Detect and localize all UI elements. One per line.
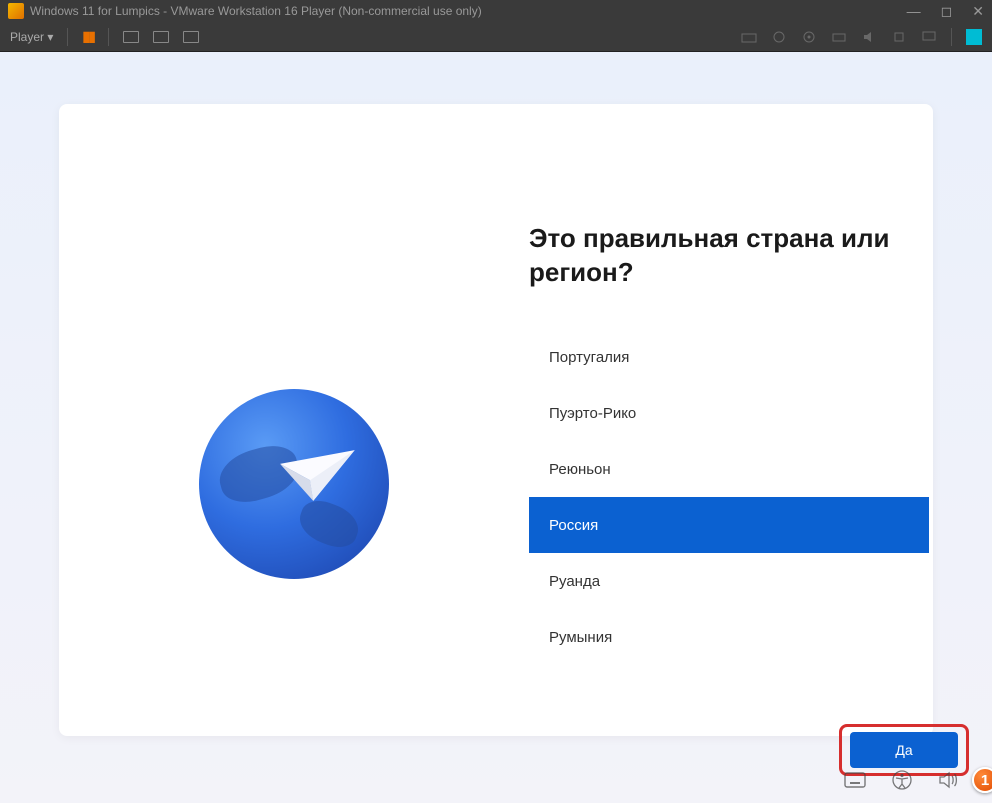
region-label: Россия xyxy=(549,517,598,534)
list-item[interactable]: Пуэрто-Рико xyxy=(529,385,929,441)
maximize-button[interactable]: ◻ xyxy=(941,3,953,20)
vmware-app-icon xyxy=(8,3,24,19)
fullscreen-icon[interactable] xyxy=(153,31,169,43)
minimize-button[interactable]: — xyxy=(907,3,921,19)
region-label: Румыния xyxy=(549,629,612,646)
toolbar-separator xyxy=(67,28,68,46)
player-menu[interactable]: Player ▾ xyxy=(10,30,53,44)
printer-icon[interactable] xyxy=(831,30,847,44)
send-ctrl-alt-del-icon[interactable] xyxy=(123,31,139,43)
vmware-toolbar: Player ▾ ▮▮ xyxy=(0,22,992,52)
list-item[interactable]: Руанда xyxy=(529,553,929,609)
toolbar-separator xyxy=(108,28,109,46)
region-label: Пуэрто-Рико xyxy=(549,405,636,422)
globe-illustration xyxy=(199,389,389,579)
unity-icon[interactable] xyxy=(183,31,199,43)
keyboard-icon[interactable] xyxy=(844,772,866,793)
oobe-question: Это правильная страна или регион? xyxy=(529,222,939,290)
guest-screen: Это правильная страна или регион? Португ… xyxy=(0,52,992,803)
paper-plane-icon xyxy=(273,436,359,512)
toolbar-separator xyxy=(951,28,952,46)
display-icon[interactable] xyxy=(921,30,937,44)
list-item-selected[interactable]: Россия xyxy=(529,497,929,553)
region-label: Португалия xyxy=(549,349,629,366)
volume-icon[interactable] xyxy=(938,771,958,794)
notes-icon[interactable] xyxy=(966,29,982,45)
network-adapter-icon[interactable] xyxy=(741,30,757,44)
list-item[interactable]: Португалия xyxy=(529,329,929,385)
list-item[interactable]: Реюньон xyxy=(529,441,929,497)
region-label: Руанда xyxy=(549,573,600,590)
oobe-footer xyxy=(0,767,992,797)
list-item[interactable]: Румыния xyxy=(529,609,929,665)
pause-icon[interactable]: ▮▮ xyxy=(82,28,93,45)
close-button[interactable]: ✕ xyxy=(972,3,984,20)
oobe-panel: Это правильная страна или регион? Португ… xyxy=(59,104,933,736)
vmware-titlebar: Windows 11 for Lumpics - VMware Workstat… xyxy=(0,0,992,22)
confirm-button[interactable]: Да xyxy=(850,732,958,768)
vmware-window-title: Windows 11 for Lumpics - VMware Workstat… xyxy=(30,4,482,18)
disk-icon[interactable] xyxy=(771,30,787,44)
region-list[interactable]: Португалия Пуэрто-Рико Реюньон Россия Ру… xyxy=(529,329,929,665)
region-label: Реюньон xyxy=(549,461,611,478)
accessibility-icon[interactable] xyxy=(892,770,912,795)
sound-icon[interactable] xyxy=(861,30,877,44)
usb-icon[interactable] xyxy=(891,30,907,44)
cd-icon[interactable] xyxy=(801,30,817,44)
